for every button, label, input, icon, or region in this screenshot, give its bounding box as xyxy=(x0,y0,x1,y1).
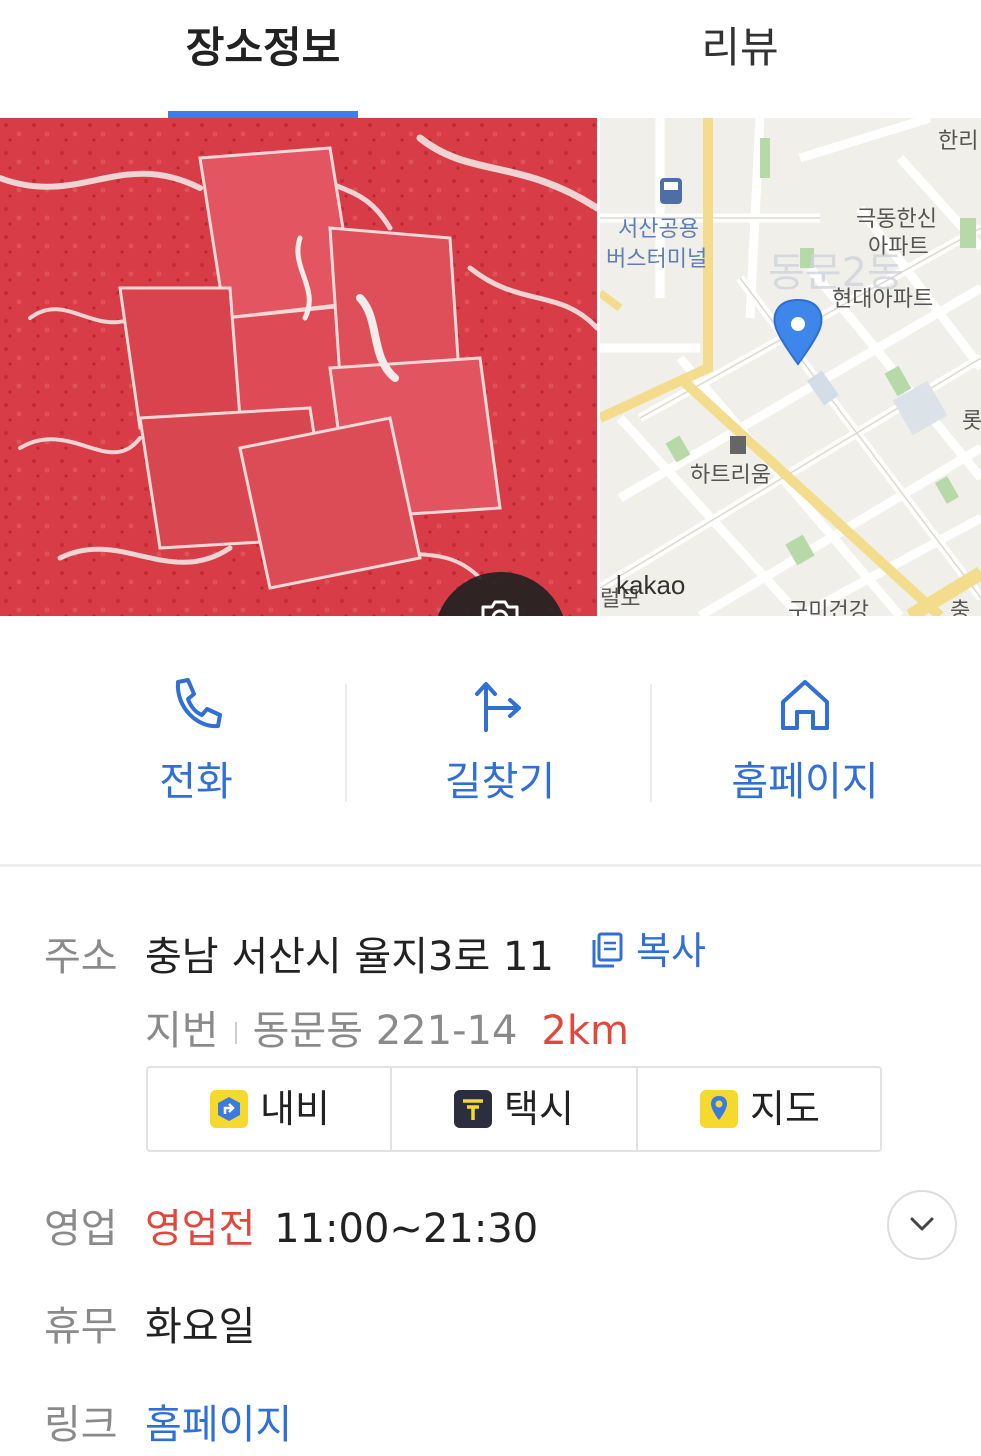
place-photo[interactable]: 71 xyxy=(0,118,597,616)
homepage-link[interactable]: 홈페이지 xyxy=(145,1392,292,1450)
link-label: 링크 xyxy=(44,1402,118,1448)
hours-label: 영업 xyxy=(44,1206,118,1252)
expand-hours-button[interactable] xyxy=(887,1190,957,1260)
directions-label: 길찾기 xyxy=(444,759,556,805)
taxi-icon xyxy=(454,1090,492,1128)
map-label-terminal-line1: 서산공용 xyxy=(618,217,699,242)
closed-day: 화요일 xyxy=(145,1304,256,1350)
navi-icon xyxy=(210,1090,248,1128)
distance: 2km xyxy=(541,1008,629,1054)
directions-icon xyxy=(475,682,521,732)
section-divider xyxy=(0,864,981,867)
navigation-options: 내비 택시 지도 xyxy=(146,1066,882,1152)
jibun-separator xyxy=(234,1022,237,1044)
homepage-button[interactable]: 홈페이지 xyxy=(655,650,955,820)
active-tab-indicator xyxy=(168,111,358,118)
taxi-label: 택시 xyxy=(504,1087,574,1131)
location-map[interactable]: 서산공용 버스터미널 극동한신 아파트 현대아파트 하트리움 한리 롯 럴모 구… xyxy=(600,118,981,616)
taxi-button[interactable]: 택시 xyxy=(392,1068,636,1150)
map-pin-icon xyxy=(700,1090,738,1128)
action-divider xyxy=(345,684,347,802)
camera-icon xyxy=(481,600,519,616)
directions-button[interactable]: 길찾기 xyxy=(350,650,650,820)
jibun-label: 지번 xyxy=(145,1008,219,1054)
map-button[interactable]: 지도 xyxy=(638,1068,882,1150)
map-label-bottom-right: 충 xyxy=(950,599,970,616)
road-address: 충남 서산시 율지3로 11 xyxy=(145,934,554,980)
phone-icon xyxy=(175,678,222,729)
map-label-bottom: 구미건강 xyxy=(788,599,869,616)
jibun-address: 동문동 221-14 xyxy=(252,1008,518,1054)
jibun-row: 지번 동문동 221-14 2km xyxy=(145,998,629,1054)
map-label-district: 동문2동 xyxy=(768,250,904,296)
map-label-terminal-line2: 버스터미널 xyxy=(606,247,707,272)
map-label-heartrium: 하트리움 xyxy=(690,463,771,488)
navi-button[interactable]: 내비 xyxy=(148,1068,390,1150)
kakao-watermark: kakao xyxy=(616,570,685,600)
closed-label: 휴무 xyxy=(44,1304,118,1350)
business-hours: 영업전 11:00~21:30 xyxy=(145,1196,538,1254)
copy-icon xyxy=(592,932,623,968)
call-button[interactable]: 전화 xyxy=(46,650,346,820)
tab-place-info[interactable]: 장소정보 xyxy=(168,0,358,118)
home-icon xyxy=(781,680,829,730)
navi-label: 내비 xyxy=(260,1087,330,1131)
map-label: 지도 xyxy=(750,1087,820,1131)
copy-label: 복사 xyxy=(636,929,706,973)
action-bar: 전화 길찾기 홈페이지 xyxy=(0,650,981,830)
chevron-down-icon xyxy=(910,1217,934,1231)
map-label-right-edge: 롯 xyxy=(962,409,981,434)
business-time: 11:00~21:30 xyxy=(274,1206,539,1252)
map-label-apt-line1: 극동한신 xyxy=(856,207,937,232)
tab-bar: 장소정보 리뷰 xyxy=(0,0,981,118)
homepage-label: 홈페이지 xyxy=(731,759,879,805)
tab-reviews[interactable]: 리뷰 xyxy=(640,0,840,118)
map-label-top-right: 한리 xyxy=(938,129,978,154)
call-label: 전화 xyxy=(159,759,233,805)
business-status: 영업전 xyxy=(145,1206,256,1252)
address-label: 주소 xyxy=(44,934,118,980)
action-divider xyxy=(650,684,652,802)
